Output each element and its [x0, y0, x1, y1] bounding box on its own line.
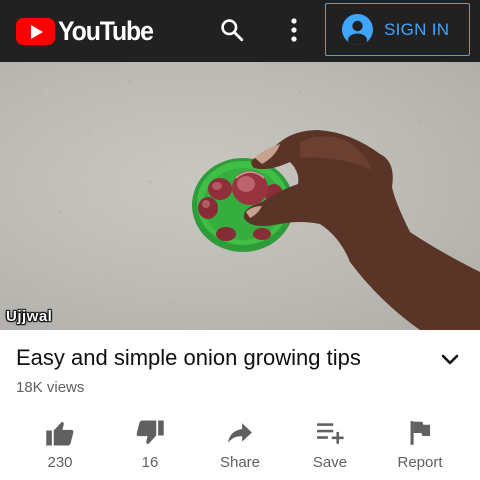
report-button[interactable]: Report	[375, 408, 465, 476]
dislike-count: 16	[141, 454, 159, 471]
like-button[interactable]: 230	[15, 408, 105, 476]
save-label: Save	[312, 454, 348, 471]
like-count: 230	[47, 454, 73, 471]
share-icon	[228, 423, 252, 443]
share-button[interactable]: Share	[195, 408, 285, 476]
more-options-button[interactable]	[272, 10, 316, 50]
youtube-logo[interactable]: YouTube	[16, 16, 161, 46]
expand-description-button[interactable]	[436, 346, 464, 374]
video-frame	[29, 80, 480, 330]
top-bar: YouTube SIGN IN	[0, 0, 480, 62]
account-circle-icon	[342, 14, 373, 45]
video-watermark: Ujjwal	[6, 308, 53, 325]
sign-in-label: SIGN IN	[384, 19, 450, 39]
more-vertical-icon	[291, 18, 297, 42]
search-button[interactable]	[210, 10, 254, 50]
report-label: Report	[397, 454, 443, 471]
share-label: Share	[219, 454, 261, 471]
flag-icon	[410, 421, 431, 445]
youtube-logo-icon	[16, 17, 55, 45]
search-icon	[221, 19, 244, 42]
sign-in-button[interactable]: SIGN IN	[325, 3, 470, 56]
dislike-button[interactable]: 16	[105, 408, 195, 476]
view-count: 18K views	[16, 379, 85, 396]
thumbs-up-icon	[46, 422, 74, 446]
video-player[interactable]: Ujjwal	[0, 62, 480, 330]
playlist-add-icon	[317, 423, 344, 444]
logo-text: YouTube	[58, 15, 154, 46]
save-button[interactable]: Save	[285, 408, 375, 476]
action-bar: 230 16 Share Save Report	[0, 408, 480, 480]
chevron-down-icon	[441, 354, 459, 365]
video-title[interactable]: Easy and simple onion growing tips	[16, 345, 361, 371]
thumbs-down-icon	[136, 420, 164, 444]
